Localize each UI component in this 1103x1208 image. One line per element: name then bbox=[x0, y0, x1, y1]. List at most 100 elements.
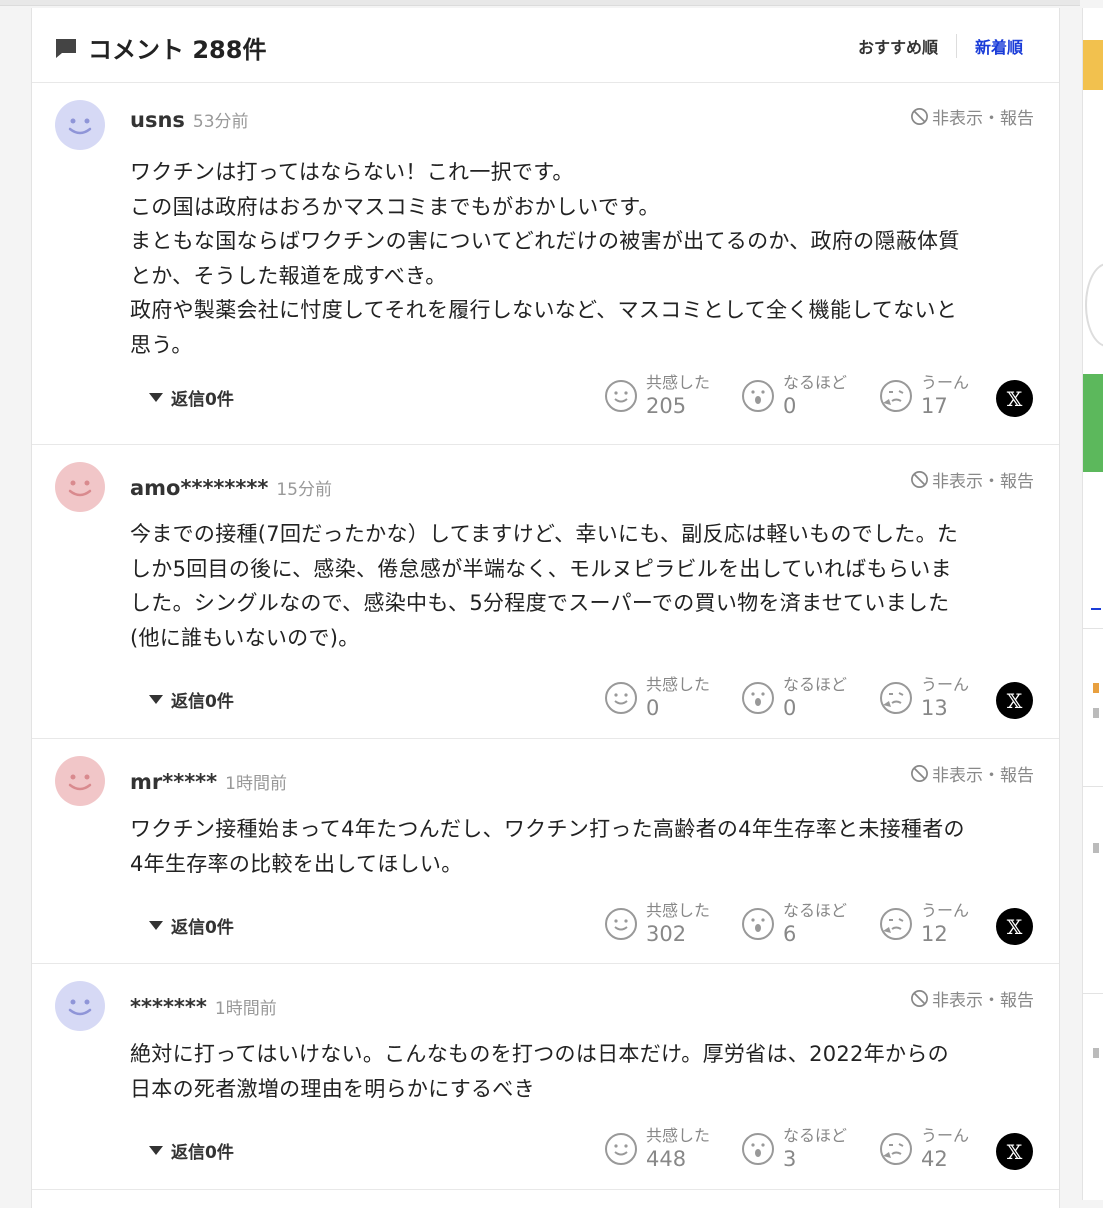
sidebar-divider bbox=[1083, 628, 1103, 629]
empathize-label: 共感した bbox=[646, 373, 711, 392]
x-share-icon[interactable]: 𝕏 bbox=[996, 1133, 1033, 1170]
comment-body: ワクチン接種始まって4年たつんだし、ワクチン打った高齢者の4年生存率と未接種者の… bbox=[130, 812, 1030, 881]
hide-report-label: 非表示・報告 bbox=[932, 472, 1034, 492]
hmm-button[interactable]: うーん 42 bbox=[879, 1126, 969, 1172]
smile-icon bbox=[605, 380, 637, 412]
comment-item: ******* 1時間前 非表示・報告 絶対に打ってはいけない。こんなものを打つ… bbox=[32, 964, 1059, 1190]
x-share-icon[interactable]: 𝕏 bbox=[996, 908, 1033, 945]
replies-toggle[interactable]: 返信0件 bbox=[149, 1138, 234, 1163]
x-share-icon[interactable]: 𝕏 bbox=[996, 380, 1033, 417]
comment-line: 日本の死者激増の理由を明らかにするべき bbox=[130, 1076, 535, 1101]
comment-actions: 返信0件 共感した 302 なるほど 6 うーん 12 𝕏 bbox=[32, 901, 1059, 951]
sidebar-rank-marker bbox=[1093, 683, 1099, 693]
sort-newest-button[interactable]: 新着順 bbox=[957, 34, 1023, 58]
comment-line: ワクチンは打ってはならない！これ一択です。 bbox=[130, 160, 574, 184]
hide-report-label: 非表示・報告 bbox=[932, 766, 1034, 786]
smile-icon bbox=[605, 682, 637, 714]
sidebar-ad-block[interactable] bbox=[1083, 374, 1103, 472]
empathize-button[interactable]: 共感した 448 bbox=[604, 1126, 710, 1172]
hmm-button[interactable]: うーん 13 bbox=[879, 675, 969, 721]
empathize-label: 共感した bbox=[646, 901, 711, 920]
x-share-icon[interactable]: 𝕏 bbox=[996, 682, 1033, 719]
sidebar-divider bbox=[1083, 993, 1103, 994]
comment-line: とか、そうした報道を成すべき。 bbox=[130, 263, 447, 288]
avatar[interactable] bbox=[55, 462, 105, 512]
sidebar-text-fragment bbox=[1093, 708, 1099, 718]
ban-icon bbox=[911, 990, 928, 1007]
hide-report-link[interactable]: 非表示・報告 bbox=[910, 104, 1034, 129]
i-see-count: 3 bbox=[783, 1147, 797, 1171]
sort-recommended-button[interactable]: おすすめ順 bbox=[858, 34, 957, 58]
thinking-icon bbox=[880, 380, 912, 412]
surprised-icon bbox=[742, 380, 774, 412]
smile-icon bbox=[605, 1133, 637, 1165]
top-divider bbox=[0, 0, 1080, 6]
ban-icon bbox=[911, 471, 928, 488]
username[interactable]: mr***** bbox=[130, 770, 217, 794]
comments-title-text: コメント 288件 bbox=[88, 36, 267, 64]
replies-toggle[interactable]: 返信0件 bbox=[149, 913, 234, 938]
replies-label: 返信0件 bbox=[171, 1143, 234, 1163]
hmm-button[interactable]: うーん 12 bbox=[879, 901, 969, 947]
comment-icon bbox=[56, 38, 76, 58]
i-see-button[interactable]: なるほど 6 bbox=[741, 901, 847, 947]
hmm-label: うーん bbox=[921, 675, 970, 694]
i-see-button[interactable]: なるほど 0 bbox=[741, 373, 847, 419]
empathize-button[interactable]: 共感した 0 bbox=[604, 675, 710, 721]
comment-line: しか5回目の後に、感染、倦怠感が半端なく、モルヌピラビルを出していればもらいま bbox=[130, 556, 952, 581]
hide-report-link[interactable]: 非表示・報告 bbox=[910, 986, 1034, 1011]
empathize-button[interactable]: 共感した 302 bbox=[604, 901, 710, 947]
empathize-count: 0 bbox=[646, 696, 660, 720]
hmm-button[interactable]: うーん 17 bbox=[879, 373, 969, 419]
comment-body: 今までの接種(7回だったかな）してますけど、幸いにも、副反応は軽いものでした。た… bbox=[130, 517, 1030, 655]
username[interactable]: ******* bbox=[130, 995, 207, 1019]
triangle-down-icon bbox=[149, 921, 163, 930]
surprised-icon bbox=[742, 1133, 774, 1165]
i-see-button[interactable]: なるほど 3 bbox=[741, 1126, 847, 1172]
comment-actions: 返信0件 共感した 0 なるほど 0 うーん 13 𝕏 bbox=[32, 675, 1059, 725]
i-see-label: なるほど bbox=[783, 1126, 848, 1145]
comment-line: (他に誰もいないので)。 bbox=[130, 625, 360, 650]
hmm-count: 12 bbox=[921, 922, 948, 946]
i-see-button[interactable]: なるほど 0 bbox=[741, 675, 847, 721]
comment-time: 1時間前 bbox=[225, 774, 287, 794]
replies-label: 返信0件 bbox=[171, 918, 234, 938]
sidebar-image bbox=[1085, 263, 1103, 347]
comment-time: 53分前 bbox=[192, 112, 249, 132]
comments-panel: コメント 288件 おすすめ順 新着順 usns 53分前 非表示・報告 ワクチ… bbox=[31, 8, 1060, 1208]
sidebar-ad-banner[interactable] bbox=[1083, 40, 1103, 90]
comments-title: コメント 288件 bbox=[54, 30, 266, 65]
replies-label: 返信0件 bbox=[171, 692, 234, 712]
comment-line: した。シングルなので、感染中も、5分程度でスーパーでの買い物を済ませていました bbox=[130, 591, 950, 615]
comment-item: mr***** 1時間前 非表示・報告 ワクチン接種始まって4年たつんだし、ワク… bbox=[32, 739, 1059, 964]
i-see-label: なるほど bbox=[783, 675, 848, 694]
comment-time: 15分前 bbox=[276, 480, 332, 500]
comment-line: 今までの接種(7回だったかな）してますけど、幸いにも、副反応は軽いものでした。た bbox=[130, 522, 959, 546]
comment-actions: 返信0件 共感した 205 なるほど 0 うーん 17 𝕏 bbox=[32, 373, 1059, 423]
thinking-icon bbox=[880, 1133, 912, 1165]
smile-icon bbox=[605, 908, 637, 940]
comment-line: 絶対に打ってはいけない。こんなものを打つのは日本だけ。厚労省は、2022年からの bbox=[130, 1042, 949, 1066]
avatar[interactable] bbox=[55, 981, 105, 1031]
avatar[interactable] bbox=[55, 756, 105, 806]
surprised-icon bbox=[742, 908, 774, 940]
comment-body: 絶対に打ってはいけない。こんなものを打つのは日本だけ。厚労省は、2022年からの… bbox=[130, 1037, 1030, 1106]
sidebar-divider bbox=[1083, 786, 1103, 787]
hide-report-label: 非表示・報告 bbox=[932, 109, 1034, 129]
replies-label: 返信0件 bbox=[171, 390, 234, 410]
hide-report-link[interactable]: 非表示・報告 bbox=[910, 467, 1034, 492]
avatar[interactable] bbox=[55, 100, 105, 150]
replies-toggle[interactable]: 返信0件 bbox=[149, 385, 234, 410]
hmm-label: うーん bbox=[921, 901, 970, 920]
sidebar-text-fragment bbox=[1093, 1048, 1099, 1058]
comment-line: 思う。 bbox=[130, 332, 193, 357]
username[interactable]: usns bbox=[130, 108, 185, 132]
empathize-button[interactable]: 共感した 205 bbox=[604, 373, 710, 419]
username[interactable]: amo******** bbox=[130, 476, 268, 500]
comment-line: この国は政府はおろかマスコミまでもがおかしいです。 bbox=[130, 194, 660, 219]
hide-report-link[interactable]: 非表示・報告 bbox=[910, 761, 1034, 786]
replies-toggle[interactable]: 返信0件 bbox=[149, 687, 234, 712]
triangle-down-icon bbox=[149, 393, 163, 402]
sort-options: おすすめ順 新着順 bbox=[858, 34, 1023, 58]
smiley-avatar-icon bbox=[68, 118, 92, 135]
